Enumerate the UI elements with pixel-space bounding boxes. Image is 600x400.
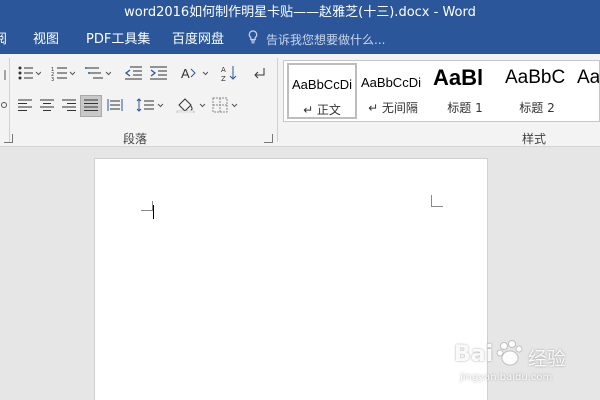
title-bar: word2016如何制作明星卡贴——赵雅芝(十三).docx - Word [0,0,600,26]
document-page[interactable] [94,158,488,400]
style-sample: AaBl [433,65,484,90]
align-center-icon [39,98,55,115]
style-name: ↵ 无间隔 [368,101,418,115]
numbering-button[interactable]: 123 [48,63,78,85]
style-no-spacing[interactable]: AaBbCcDi ↵ 无间隔 [358,63,428,119]
tell-me-placeholder: 告诉我您想要做什么... [266,33,386,47]
align-left-button[interactable] [14,95,36,117]
tab-review-partial[interactable]: 阅 [0,26,7,54]
decrease-indent-icon [124,65,142,84]
style-sample: AaBbC [505,67,566,88]
styles-group-label: 样式 [522,132,547,146]
group-separator [9,58,10,142]
styles-gallery: AaBbCcDi ↵ 正文 AaBbCcDi ↵ 无间隔 AaBl 标题 1 A… [283,60,600,122]
distributed-button[interactable] [104,95,126,117]
style-name: 标题 2 [519,101,555,115]
bullets-button[interactable] [14,63,44,85]
borders-button[interactable] [210,95,244,117]
tab-pdf-tools[interactable]: PDF工具集 [86,26,150,54]
increase-indent-button[interactable] [147,63,169,85]
align-center-button[interactable] [36,95,58,117]
text-cursor [153,205,154,219]
numbering-icon: 123 [51,65,76,84]
shading-button[interactable] [174,95,208,117]
multilevel-list-icon [85,65,112,84]
return-arrow-icon [253,66,267,83]
style-normal[interactable]: AaBbCcDi ↵ 正文 [287,63,357,119]
baidu-jingyan-watermark: Bai 经验 jingyan.baidu.com [452,332,600,392]
increase-indent-icon [149,65,167,84]
align-left-icon [17,98,33,115]
distributed-align-icon [107,98,123,115]
window-title: word2016如何制作明星卡贴——赵雅芝(十三).docx - Word [124,5,476,20]
sort-button[interactable]: AZ [218,63,240,85]
style-heading-1[interactable]: AaBl 标题 1 [430,63,500,119]
style-heading-2[interactable]: AaBbC 标题 2 [502,63,572,119]
chinese-layout-button[interactable]: A [178,63,210,85]
svg-text:A: A [181,66,190,81]
svg-text:A: A [221,66,226,74]
paw-logo-icon [496,340,526,372]
style-sample: AaBbCcDi [361,75,421,90]
style-name: 标 [574,99,599,116]
lightbulb-icon [248,26,262,54]
align-right-button[interactable] [58,95,80,117]
tab-view[interactable]: 视图 [33,26,59,54]
watermark-url: jingyan.baidu.com [460,372,553,383]
paint-bucket-icon [176,97,206,116]
style-sample: Aa [577,67,600,88]
ribbon: 123 A AZ 段落 AaBbCcDi ↵ 正文 AaBbCcDi ↵ 无间隔… [0,54,600,147]
style-name: ↵ 正文 [303,103,341,117]
group-separator [277,58,278,142]
style-sample: AaBbCcDi [292,77,352,92]
watermark-brand: Bai [454,342,494,367]
style-title[interactable]: Aa 标 [574,63,600,119]
tell-me-search[interactable]: 告诉我您想要做什么... [248,26,385,54]
watermark-brand-suffix: 经验 [528,348,567,370]
multilevel-list-button[interactable] [82,63,114,85]
line-spacing-button[interactable] [134,95,166,117]
show-marks-button[interactable] [250,63,270,85]
decrease-indent-button[interactable] [122,63,144,85]
line-spacing-icon [136,97,164,115]
justify-icon [83,98,99,115]
font-dialog-launcher-icon[interactable] [4,134,13,143]
sort-az-icon: AZ [220,64,238,85]
justify-button[interactable] [80,95,102,117]
chinese-layout-icon: A [180,65,209,84]
svg-text:3: 3 [51,77,54,81]
paragraph-dialog-launcher-icon[interactable] [264,134,273,143]
align-right-icon [61,98,77,115]
menu-bar: 阅 视图 PDF工具集 百度网盘 告诉我您想要做什么... [0,26,600,54]
style-name: 标题 1 [447,101,483,115]
tab-baidu-netdisk[interactable]: 百度网盘 [172,26,224,54]
svg-text:Z: Z [221,75,226,82]
borders-icon [212,97,242,116]
font-partial-button[interactable] [0,64,8,86]
crop-mark-top-left [141,201,153,211]
crop-mark-top-right [431,195,443,207]
paragraph-group-label: 段落 [123,132,148,146]
font-partial-button-2[interactable] [0,94,8,116]
bullets-icon [17,65,42,84]
